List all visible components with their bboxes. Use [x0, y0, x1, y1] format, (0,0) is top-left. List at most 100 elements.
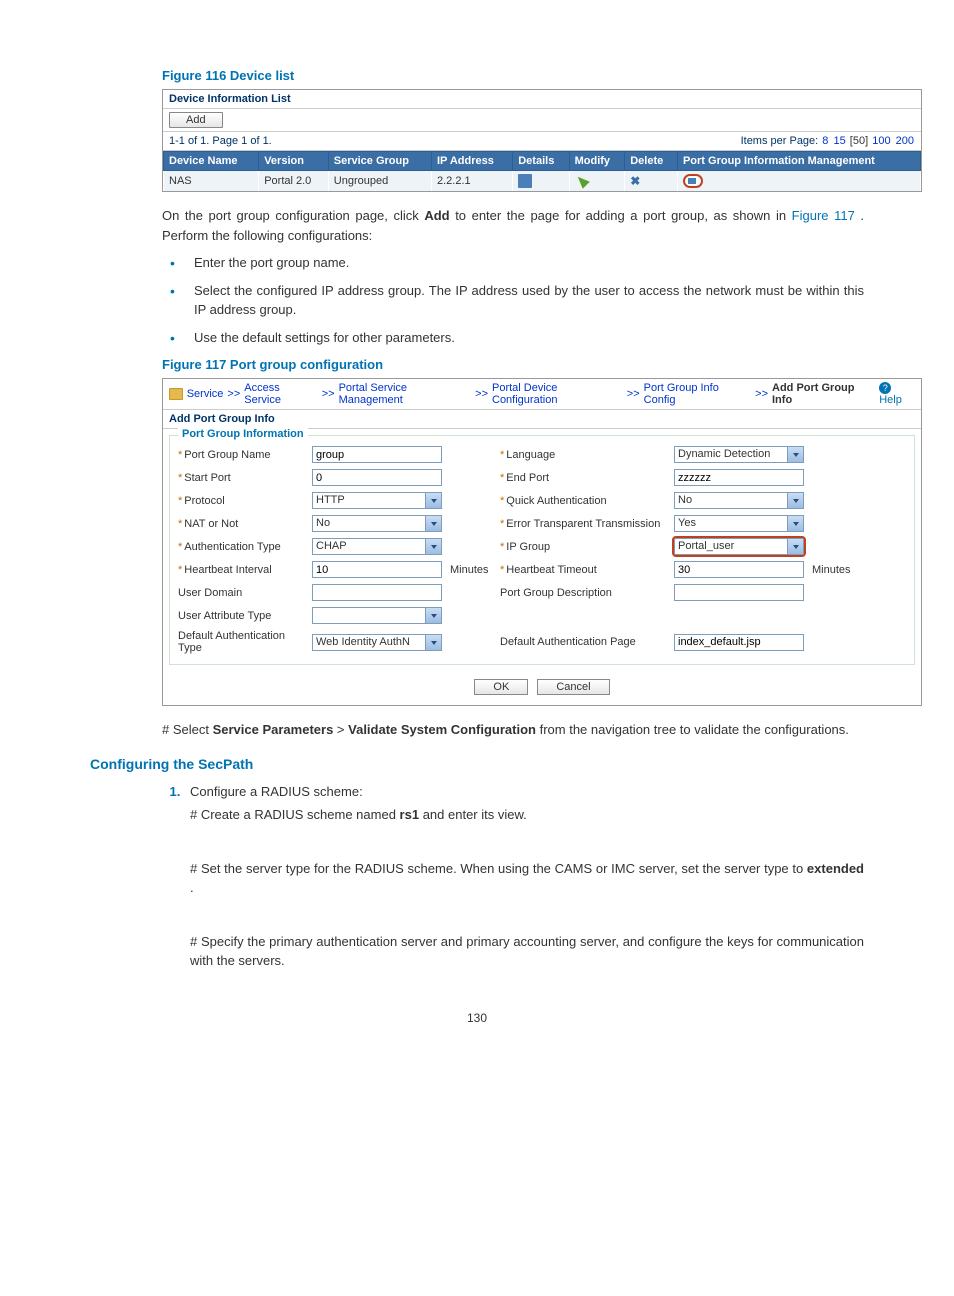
label-endport: *End Port: [500, 472, 670, 484]
ipp-100[interactable]: 100: [872, 135, 890, 147]
label-pgname: *Port Group Name: [178, 449, 308, 461]
step-1-head: Configure a RADIUS scheme:: [190, 784, 363, 799]
start-port-input[interactable]: [312, 469, 442, 486]
default-auth-type-select[interactable]: Web Identity AuthN: [312, 634, 442, 651]
col-version[interactable]: Version: [259, 152, 329, 171]
default-auth-page-input[interactable]: [674, 634, 804, 651]
add-port-group-info-title: Add Port Group Info: [163, 410, 921, 429]
col-service-group[interactable]: Service Group: [328, 152, 431, 171]
heartbeat-interval-input[interactable]: [312, 561, 442, 578]
label-defauthtype: Default Authentication Type: [178, 630, 308, 654]
table-row: NAS Portal 2.0 Ungrouped 2.2.2.1: [164, 171, 921, 192]
label-nat: *NAT or Not: [178, 518, 308, 530]
crumb-access[interactable]: Access Service: [244, 382, 317, 406]
config-bullets: Enter the port group name. Select the co…: [162, 253, 864, 347]
step-1-p1: # Create a RADIUS scheme named rs1 and e…: [190, 805, 864, 825]
label-lang: *Language: [500, 449, 670, 461]
label-quickauth: *Quick Authentication: [500, 495, 670, 507]
form-grid: *Port Group Name *Language Dynamic Detec…: [178, 446, 906, 654]
cell-name[interactable]: NAS: [164, 171, 259, 192]
cell-delete[interactable]: [625, 171, 678, 192]
label-defauthpage: Default Authentication Page: [500, 636, 670, 648]
crumb-service[interactable]: Service: [187, 388, 224, 400]
device-table: Device Name Version Service Group IP Add…: [163, 151, 921, 191]
device-info-list-title: Device Information List: [163, 90, 921, 109]
label-authtype: *Authentication Type: [178, 541, 308, 553]
add-button[interactable]: Add: [169, 112, 223, 128]
label-uattr: User Attribute Type: [178, 610, 308, 622]
bullet-3: Use the default settings for other param…: [162, 328, 864, 348]
cell-pgim[interactable]: [677, 171, 920, 192]
page-number: 130: [90, 1011, 864, 1025]
port-group-name-input[interactable]: [312, 446, 442, 463]
figure-116-panel: Device Information List Add 1-1 of 1. Pa…: [162, 89, 922, 192]
col-device-name[interactable]: Device Name: [164, 152, 259, 171]
heartbeat-timeout-input[interactable]: [674, 561, 804, 578]
col-ip-address[interactable]: IP Address: [431, 152, 512, 171]
ipp-8[interactable]: 8: [822, 135, 828, 147]
items-per-page: Items per Page: 8 15 [50] 100 200: [741, 135, 915, 147]
cell-version: Portal 2.0: [259, 171, 329, 192]
crumb-pdc[interactable]: Portal Device Configuration: [492, 382, 623, 406]
s1-ext: extended: [807, 861, 864, 876]
paragraph-validate: # Select Service Parameters > Validate S…: [162, 720, 864, 740]
s1p1a: # Create a RADIUS scheme named: [190, 807, 400, 822]
p2-c: from the navigation tree to validate the…: [540, 722, 849, 737]
delete-icon[interactable]: [630, 174, 644, 188]
paging-left: 1-1 of 1. Page 1 of 1.: [169, 135, 272, 147]
col-details: Details: [513, 152, 569, 171]
ipp-200[interactable]: 200: [896, 135, 914, 147]
cancel-button[interactable]: Cancel: [537, 679, 609, 695]
folder-icon: [169, 388, 183, 400]
details-icon[interactable]: [518, 174, 532, 188]
port-group-desc-input[interactable]: [674, 584, 804, 601]
button-row: OK Cancel: [163, 671, 921, 705]
crumb-current: Add Port Group Info: [772, 382, 875, 406]
unit-min-1: Minutes: [446, 564, 496, 576]
ett-select[interactable]: Yes: [674, 515, 804, 532]
paragraph-add-port-group: On the port group configuration page, cl…: [162, 206, 864, 245]
ipp-label: Items per Page:: [741, 135, 819, 147]
label-ett: *Error Transparent Transmission: [500, 518, 670, 530]
user-attr-type-select[interactable]: [312, 607, 442, 624]
label-pgdesc: Port Group Description: [500, 587, 670, 599]
label-udom: User Domain: [178, 587, 308, 599]
p2-sp: Service Parameters: [213, 722, 334, 737]
step-1-p3: # Specify the primary authentication ser…: [190, 932, 864, 971]
label-ipgroup: *IP Group: [500, 541, 670, 553]
col-delete: Delete: [625, 152, 678, 171]
p2-sep: >: [337, 722, 348, 737]
fieldset-legend: Port Group Information: [178, 428, 308, 440]
figure-117-title: Figure 117 Port group configuration: [162, 357, 864, 372]
unit-min-2: Minutes: [808, 564, 858, 576]
port-group-info-fieldset: Port Group Information *Port Group Name …: [169, 435, 915, 665]
bullet-1: Enter the port group name.: [162, 253, 864, 273]
cell-modify[interactable]: [569, 171, 625, 192]
language-select[interactable]: Dynamic Detection: [674, 446, 804, 463]
p2-vsc: Validate System Configuration: [348, 722, 536, 737]
help-link[interactable]: Help: [879, 382, 915, 406]
modify-icon[interactable]: [574, 173, 590, 189]
s1p1b: and enter its view.: [423, 807, 527, 822]
quick-auth-select[interactable]: No: [674, 492, 804, 509]
figure-116-title: Figure 116 Device list: [162, 68, 864, 83]
ipp-50: [50]: [850, 135, 868, 147]
crumb-psm[interactable]: Portal Service Management: [339, 382, 472, 406]
ok-button[interactable]: OK: [474, 679, 528, 695]
p1-part-b: to enter the page for adding a port grou…: [455, 208, 791, 223]
auth-type-select[interactable]: CHAP: [312, 538, 442, 555]
ipp-15[interactable]: 15: [833, 135, 845, 147]
table-header-row: Device Name Version Service Group IP Add…: [164, 152, 921, 171]
ip-group-select[interactable]: Portal_user: [674, 538, 804, 555]
cell-ip: 2.2.2.1: [431, 171, 512, 192]
s1-rs1: rs1: [400, 807, 420, 822]
port-group-mgmt-icon[interactable]: [683, 174, 703, 188]
end-port-input[interactable]: [674, 469, 804, 486]
protocol-select[interactable]: HTTP: [312, 492, 442, 509]
s1p2a: # Set the server type for the RADIUS sch…: [190, 861, 807, 876]
nat-select[interactable]: No: [312, 515, 442, 532]
crumb-pgic[interactable]: Port Group Info Config: [644, 382, 752, 406]
user-domain-input[interactable]: [312, 584, 442, 601]
figure-117-link[interactable]: Figure 117: [792, 208, 855, 223]
cell-details[interactable]: [513, 171, 569, 192]
